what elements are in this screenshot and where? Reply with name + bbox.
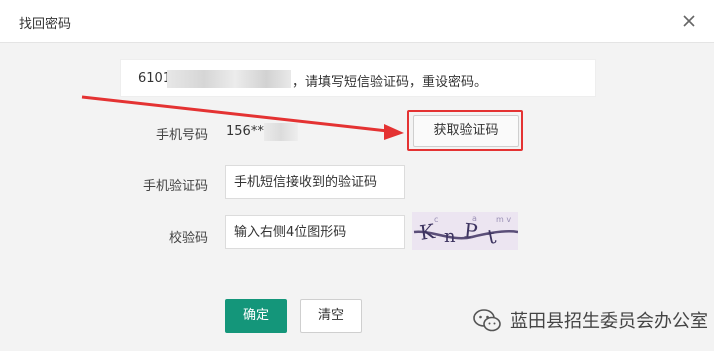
sms-code-input[interactable]: [225, 165, 405, 199]
captcha-image[interactable]: K n P t c a m v: [412, 212, 518, 250]
phone-label: 手机号码: [155, 128, 208, 143]
notice-text: ，请填写短信验证码，重设密码。: [292, 75, 488, 90]
highlight-box: [407, 110, 523, 151]
captcha-input[interactable]: [225, 215, 405, 249]
svg-text:a: a: [472, 214, 477, 223]
dialog-header: 找回密码: [0, 0, 714, 43]
svg-text:n: n: [444, 226, 456, 247]
captcha-label: 校验码: [168, 231, 208, 246]
redaction-mask: [264, 123, 298, 141]
sms-code-label: 手机验证码: [142, 179, 208, 194]
reset-password-dialog: 找回密码 6101 ，请填写短信验证码，重设密码。 手机号码 156*** 获取…: [0, 0, 714, 351]
clear-button[interactable]: 清空: [300, 299, 362, 333]
watermark: 蓝田县招生委员会办公室: [472, 306, 708, 334]
confirm-button[interactable]: 确定: [225, 299, 287, 333]
svg-text:c: c: [434, 215, 438, 224]
watermark-text: 蓝田县招生委员会办公室: [510, 311, 708, 332]
close-icon[interactable]: [678, 10, 700, 32]
dialog-title: 找回密码: [19, 17, 72, 32]
wechat-icon: [473, 309, 501, 332]
redaction-mask: [167, 70, 291, 88]
notice-box: 6101 ，请填写短信验证码，重设密码。: [120, 59, 596, 97]
svg-text:m v: m v: [496, 215, 511, 224]
